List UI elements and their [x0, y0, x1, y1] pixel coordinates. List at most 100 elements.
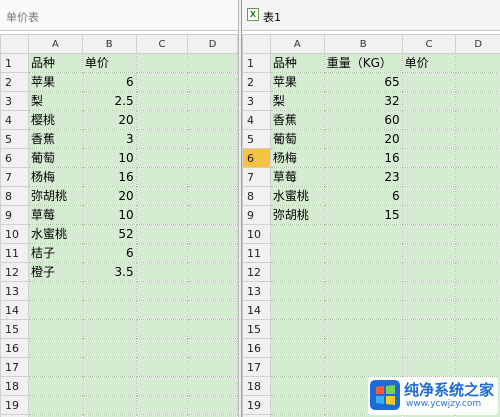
cell-a[interactable] — [27, 300, 83, 320]
column-header-c[interactable]: C — [135, 34, 189, 54]
cell-d[interactable] — [187, 148, 238, 168]
right-window-titlebar[interactable]: X 表1 — [242, 0, 500, 31]
cell-c[interactable] — [135, 376, 189, 396]
cell-b[interactable]: 10 — [81, 205, 137, 225]
cell-a[interactable] — [269, 281, 325, 301]
cell-a[interactable]: 葡萄 — [269, 129, 325, 149]
column-header-d[interactable]: D — [455, 34, 500, 54]
cell-a[interactable]: 弥胡桃 — [27, 186, 83, 206]
cell-a[interactable] — [27, 281, 83, 301]
row-header[interactable]: 18 — [242, 376, 271, 396]
cell-c[interactable] — [135, 53, 189, 73]
row-header[interactable]: 3 — [242, 91, 271, 111]
cell-b[interactable]: 16 — [323, 148, 403, 168]
cell-a[interactable]: 梨 — [27, 91, 83, 111]
row-header[interactable]: 7 — [242, 167, 271, 187]
cell-d[interactable] — [187, 72, 238, 92]
cell-d[interactable] — [455, 281, 500, 301]
cell-a[interactable] — [269, 338, 325, 358]
row-header[interactable]: 10 — [242, 224, 271, 244]
cell-c[interactable] — [135, 129, 189, 149]
cell-c[interactable] — [135, 300, 189, 320]
cell-a[interactable]: 樱桃 — [27, 110, 83, 130]
cell-b[interactable]: 重量（KG） — [323, 53, 403, 73]
cell-d[interactable] — [455, 72, 500, 92]
cell-b[interactable] — [323, 281, 403, 301]
row-header[interactable]: 2 — [0, 72, 29, 92]
cell-d[interactable] — [455, 224, 500, 244]
cell-c[interactable] — [401, 91, 457, 111]
cell-d[interactable] — [455, 205, 500, 225]
cell-c[interactable] — [135, 319, 189, 339]
cell-b[interactable]: 6 — [323, 186, 403, 206]
cell-b[interactable]: 2.5 — [81, 91, 137, 111]
cell-b[interactable] — [81, 395, 137, 415]
cell-c[interactable] — [401, 338, 457, 358]
cell-c[interactable] — [401, 205, 457, 225]
column-header-a[interactable]: A — [27, 34, 83, 54]
cell-a[interactable]: 杨梅 — [269, 148, 325, 168]
cell-c[interactable] — [401, 110, 457, 130]
cell-b[interactable]: 16 — [81, 167, 137, 187]
cell-d[interactable] — [455, 53, 500, 73]
cell-b[interactable] — [323, 262, 403, 282]
cell-c[interactable] — [401, 148, 457, 168]
row-header[interactable]: 8 — [0, 186, 29, 206]
cell-d[interactable] — [455, 319, 500, 339]
select-all-corner[interactable] — [242, 34, 271, 54]
cell-b[interactable]: 60 — [323, 110, 403, 130]
row-header[interactable]: 19 — [242, 395, 271, 415]
row-header[interactable]: 15 — [0, 319, 29, 339]
cell-c[interactable] — [135, 224, 189, 244]
cell-d[interactable] — [455, 148, 500, 168]
cell-c[interactable] — [401, 72, 457, 92]
cell-d[interactable] — [187, 376, 238, 396]
cell-d[interactable] — [187, 262, 238, 282]
column-header-d[interactable]: D — [187, 34, 238, 54]
cell-b[interactable] — [81, 338, 137, 358]
cell-d[interactable] — [455, 300, 500, 320]
cell-c[interactable] — [401, 224, 457, 244]
cell-b[interactable] — [81, 357, 137, 377]
row-header[interactable]: 17 — [0, 357, 29, 377]
cell-a[interactable] — [269, 243, 325, 263]
cell-a[interactable]: 香蕉 — [269, 110, 325, 130]
cell-b[interactable]: 3 — [81, 129, 137, 149]
cell-b[interactable]: 6 — [81, 72, 137, 92]
select-all-corner[interactable] — [0, 34, 29, 54]
row-header[interactable]: 15 — [242, 319, 271, 339]
cell-a[interactable] — [27, 338, 83, 358]
cell-c[interactable] — [135, 338, 189, 358]
cell-a[interactable]: 葡萄 — [27, 148, 83, 168]
cell-c[interactable] — [135, 72, 189, 92]
cell-d[interactable] — [187, 395, 238, 415]
cell-b[interactable]: 6 — [81, 243, 137, 263]
cell-a[interactable]: 杨梅 — [27, 167, 83, 187]
cell-c[interactable] — [135, 205, 189, 225]
cell-d[interactable] — [187, 110, 238, 130]
cell-b[interactable] — [81, 376, 137, 396]
cell-d[interactable] — [187, 53, 238, 73]
cell-d[interactable] — [187, 338, 238, 358]
cell-c[interactable] — [401, 243, 457, 263]
cell-b[interactable] — [323, 338, 403, 358]
cell-c[interactable] — [401, 300, 457, 320]
cell-d[interactable] — [455, 110, 500, 130]
row-header[interactable]: 9 — [242, 205, 271, 225]
cell-b[interactable]: 32 — [323, 91, 403, 111]
cell-d[interactable] — [455, 262, 500, 282]
cell-c[interactable]: 单价 — [401, 53, 457, 73]
cell-c[interactable] — [135, 281, 189, 301]
cell-a[interactable]: 弥胡桃 — [269, 205, 325, 225]
cell-a[interactable] — [269, 357, 325, 377]
cell-a[interactable] — [269, 224, 325, 244]
cell-a[interactable]: 桔子 — [27, 243, 83, 263]
column-header-b[interactable]: B — [323, 34, 403, 54]
cell-a[interactable]: 梨 — [269, 91, 325, 111]
cell-a[interactable]: 草莓 — [269, 167, 325, 187]
row-header[interactable]: 13 — [0, 281, 29, 301]
cell-c[interactable] — [135, 243, 189, 263]
row-header[interactable]: 16 — [242, 338, 271, 358]
cell-a[interactable]: 橙子 — [27, 262, 83, 282]
cell-d[interactable] — [187, 281, 238, 301]
